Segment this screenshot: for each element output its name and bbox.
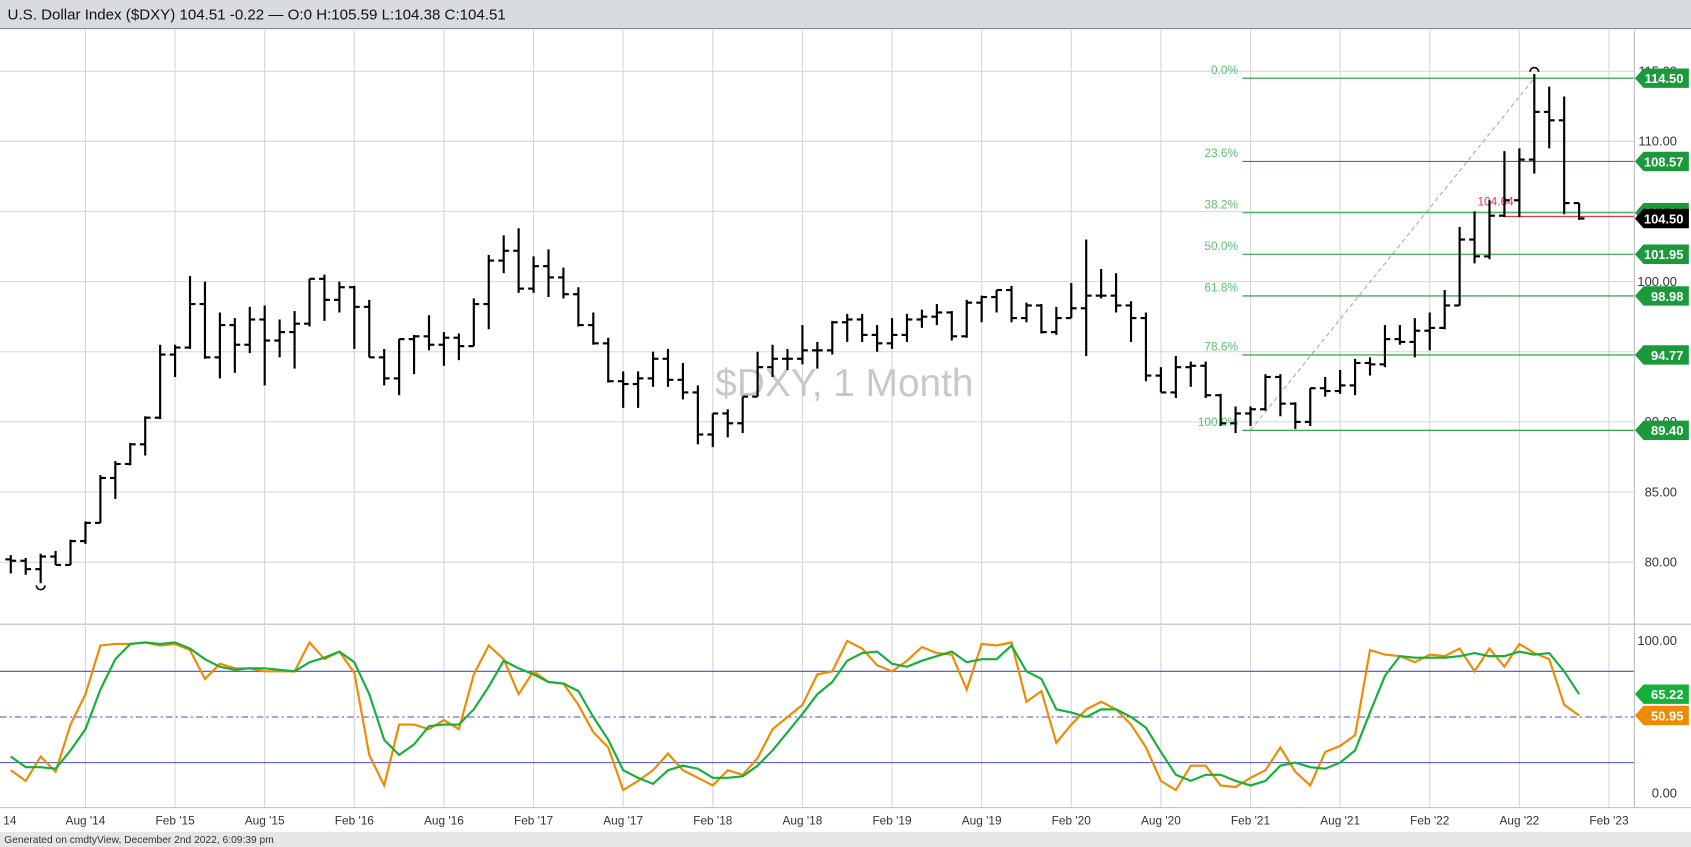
x-tick-label: Feb '21 [1231, 813, 1271, 827]
fib-level-pct: 38.2% [1204, 197, 1238, 211]
fib-price-tag: 94.77 [1634, 345, 1689, 365]
osc-y-tick-label: 100.00 [1637, 633, 1677, 648]
fib-level-pct: 50.0% [1204, 239, 1238, 253]
x-tick-label: Aug '16 [424, 813, 464, 827]
y-tick-label: 110.00 [1638, 134, 1677, 149]
fib-level-pct: 100.0% [1198, 415, 1239, 429]
x-tick-label: Aug '21 [1320, 813, 1360, 827]
fib-price-tag: 114.50 [1634, 68, 1689, 88]
x-tick-label: Aug '15 [245, 813, 285, 827]
x-tick-label: Feb '23 [1589, 813, 1629, 827]
fib-level-pct: 61.8% [1204, 281, 1238, 295]
dxy-chart: U.S. Dollar Index ($DXY) 104.51 -0.22 — … [0, 0, 1691, 847]
chart-title: U.S. Dollar Index ($DXY) 104.51 -0.22 — … [8, 6, 506, 23]
x-tick-label: Aug '20 [1141, 813, 1181, 827]
x-tick-label: Aug '19 [962, 813, 1002, 827]
y-tick-label: 80.00 [1645, 554, 1677, 569]
x-tick-label: Aug '17 [603, 813, 643, 827]
osc-d-tag: 65.22 [1634, 684, 1689, 704]
fib-price-tag-text: 114.50 [1645, 71, 1684, 86]
y-tick-label: 85.00 [1645, 484, 1677, 499]
fib-level-pct: 23.6% [1204, 146, 1238, 160]
footer-bar: Generated on cmdtyView, December 2nd 202… [0, 831, 1691, 847]
fib-price-tag-text: 94.77 [1651, 348, 1683, 363]
x-tick-label: Aug '18 [782, 813, 822, 827]
x-tick-label: Feb '22 [1410, 813, 1449, 827]
x-tick-label: Feb '17 [514, 813, 553, 827]
osc-k-tag: 50.95 [1634, 705, 1689, 726]
x-tick-label: Feb '18 [693, 813, 733, 827]
reference-line-label: 104.64 [1477, 195, 1514, 209]
header-bar: U.S. Dollar Index ($DXY) 104.51 -0.22 — … [0, 0, 1691, 30]
x-tick-label: Feb '19 [872, 813, 912, 827]
fib-price-tag-text: 89.40 [1651, 423, 1683, 438]
last-price-tag: 104.50 [1634, 208, 1689, 229]
x-tick-label: Feb '20 [1052, 813, 1092, 827]
fib-price-tag-text: 101.95 [1644, 247, 1684, 262]
osc-k-tag-text: 50.95 [1651, 708, 1683, 723]
x-tick-label: Aug '22 [1499, 813, 1539, 827]
fib-level-pct: 0.0% [1211, 63, 1238, 77]
last-price-tag-text: 104.50 [1644, 211, 1684, 226]
fib-price-tag: 101.95 [1634, 244, 1689, 264]
osc-y-tick-label: 0.00 [1652, 785, 1677, 800]
watermark: $DXY, 1 Month [715, 362, 973, 405]
fib-level-pct: 78.6% [1204, 340, 1238, 354]
fib-price-tag: 89.40 [1634, 420, 1689, 441]
x-tick-label: Aug '14 [66, 813, 106, 827]
x-tick-label: Feb '15 [155, 813, 195, 827]
x-tick-label: Feb '16 [335, 813, 375, 827]
fib-price-tag-text: 98.98 [1651, 289, 1683, 304]
fib-price-tag: 108.57 [1634, 151, 1689, 172]
osc-d-tag-text: 65.22 [1651, 687, 1683, 702]
fib-price-tag: 98.98 [1634, 286, 1689, 306]
footer-text: Generated on cmdtyView, December 2nd 202… [4, 835, 273, 846]
fib-price-tag-text: 108.57 [1644, 154, 1684, 169]
x-tick-label: 14 [3, 813, 17, 827]
